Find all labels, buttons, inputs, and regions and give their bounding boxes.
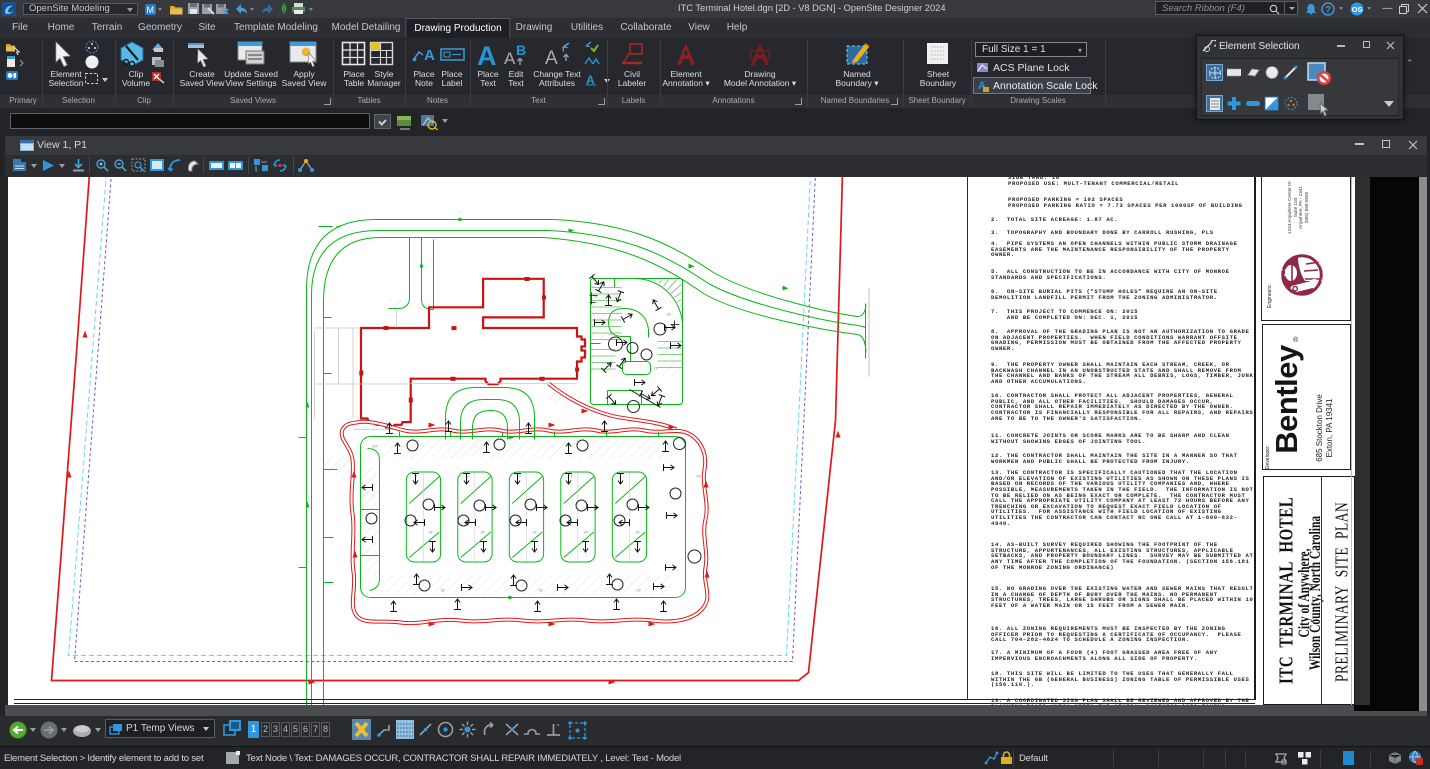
svg-text:24': 24' [636, 531, 641, 535]
svg-text:A: A [545, 48, 558, 69]
svg-text:A: A [504, 49, 516, 68]
svg-text:B: B [516, 42, 526, 58]
svg-text:R3': R3' [373, 445, 378, 449]
svg-text:18': 18' [539, 589, 544, 593]
svg-text:R3': R3' [697, 475, 702, 479]
svg-text:A: A [477, 41, 497, 68]
svg-text:A: A [424, 47, 435, 64]
svg-text:24': 24' [533, 531, 538, 535]
svg-text:M: M [147, 5, 155, 15]
svg-text:24': 24' [481, 531, 486, 535]
svg-text:9': 9' [571, 475, 574, 479]
svg-text:9': 9' [519, 475, 522, 479]
svg-text:24': 24' [584, 531, 589, 535]
svg-text:18': 18' [441, 589, 446, 593]
svg-text:18': 18' [637, 589, 642, 593]
svg-text:?: ? [1325, 5, 1331, 16]
svg-text:OS: OS [1352, 5, 1363, 14]
svg-text:24': 24' [609, 333, 614, 337]
svg-text:18': 18' [667, 313, 672, 317]
svg-text:24': 24' [429, 531, 434, 535]
svg-text:18': 18' [654, 367, 659, 371]
